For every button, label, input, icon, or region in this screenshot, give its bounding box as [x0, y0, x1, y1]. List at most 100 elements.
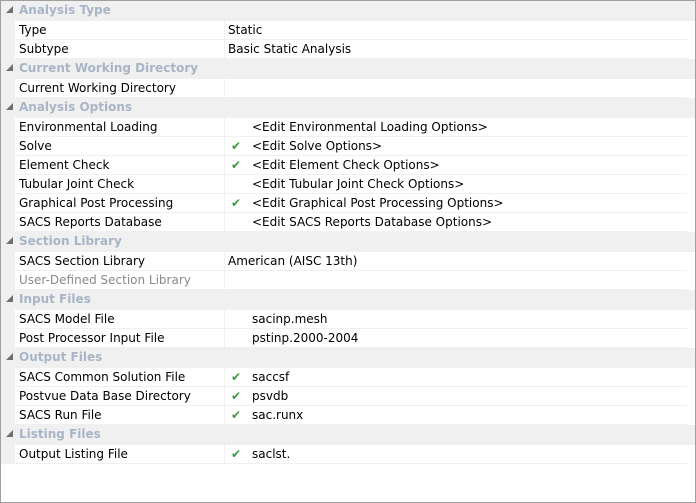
property-row-environmental-loading[interactable]: Environmental Loading <Edit Environmental… [1, 118, 695, 137]
property-name: Subtype [15, 40, 225, 59]
checkmark-icon: ✔ [231, 139, 242, 153]
property-value-text: sacinp.mesh [252, 312, 328, 326]
category-input-files[interactable]: Input Files [1, 290, 695, 310]
row-margin [1, 118, 15, 137]
row-margin [1, 445, 15, 464]
property-name: Element Check [15, 156, 225, 175]
property-row-graphical-post-processing[interactable]: Graphical Post Processing ✔ <Edit Graphica… [1, 194, 695, 213]
property-name: Current Working Directory [15, 79, 225, 98]
collapse-arrow-icon[interactable] [6, 6, 13, 13]
property-row-user-defined-section-library[interactable]: User-Defined Section Library [1, 271, 695, 290]
category-analysis-type[interactable]: Analysis Type [1, 1, 695, 21]
collapse-arrow-icon[interactable] [6, 64, 13, 71]
row-margin [1, 194, 15, 213]
property-name: Environmental Loading [15, 118, 225, 137]
property-value[interactable]: American (AISC 13th) [225, 252, 687, 271]
property-value[interactable]: ✔ saclst. [225, 445, 687, 464]
property-value-text: saclst. [252, 447, 291, 461]
property-value-text: sac.runx [252, 408, 304, 422]
row-margin [1, 79, 15, 98]
row-margin [1, 368, 15, 387]
property-value[interactable]: ✔ sac.runx [225, 406, 687, 425]
property-row-sacs-common-solution-file[interactable]: SACS Common Solution File ✔ saccsf [1, 368, 695, 387]
property-value-text: <Edit SACS Reports Database Options> [252, 215, 493, 229]
property-name: Post Processor Input File [15, 329, 225, 348]
property-value[interactable]: Static [225, 21, 687, 40]
category-listing-files[interactable]: Listing Files [1, 425, 695, 445]
collapse-arrow-icon[interactable] [6, 237, 13, 244]
property-value[interactable]: Basic Static Analysis [225, 40, 687, 59]
property-value[interactable]: ✔ <Edit Graphical Post Processing Options… [225, 194, 687, 213]
row-margin [1, 329, 15, 348]
row-margin [1, 40, 15, 59]
collapse-arrow-icon[interactable] [6, 430, 13, 437]
property-value-text: Static [228, 23, 263, 37]
property-name: Solve [15, 137, 225, 156]
row-margin [1, 213, 15, 232]
row-margin [1, 137, 15, 156]
property-row-solve[interactable]: Solve ✔ <Edit Solve Options> [1, 137, 695, 156]
property-value[interactable] [225, 271, 687, 290]
category-section-library[interactable]: Section Library [1, 232, 695, 252]
property-name: Tubular Joint Check [15, 175, 225, 194]
row-margin [1, 387, 15, 406]
property-value[interactable]: ✔ saccsf [225, 368, 687, 387]
checkmark-icon: ✔ [231, 389, 242, 403]
collapse-arrow-icon[interactable] [6, 103, 13, 110]
property-row-output-listing-file[interactable]: Output Listing File ✔ saclst. [1, 445, 695, 464]
property-name: Output Listing File [15, 445, 225, 464]
category-label: Input Files [19, 292, 91, 306]
property-value[interactable]: ✔ psvdb [225, 387, 687, 406]
property-value[interactable] [225, 79, 687, 98]
property-row-sacs-model-file[interactable]: SACS Model File sacinp.mesh [1, 310, 695, 329]
property-name: Graphical Post Processing [15, 194, 225, 213]
property-value[interactable]: ✔ <Edit Solve Options> [225, 137, 687, 156]
category-analysis-options[interactable]: Analysis Options [1, 98, 695, 118]
property-value[interactable]: <Edit Environmental Loading Options> [225, 118, 687, 137]
property-value-text: <Edit Solve Options> [252, 139, 383, 153]
category-label: Analysis Type [19, 3, 111, 17]
property-name: Type [15, 21, 225, 40]
property-name: User-Defined Section Library [15, 271, 225, 290]
property-value-text: pstinp.2000-2004 [252, 331, 359, 345]
property-row-postvue-data-base-directory[interactable]: Postvue Data Base Directory ✔ psvdb [1, 387, 695, 406]
property-value[interactable]: <Edit SACS Reports Database Options> [225, 213, 687, 232]
checkmark-icon: ✔ [231, 447, 242, 461]
property-name: SACS Run File [15, 406, 225, 425]
category-current-working-directory[interactable]: Current Working Directory [1, 59, 695, 79]
property-row-current-working-directory[interactable]: Current Working Directory [1, 79, 695, 98]
category-output-files[interactable]: Output Files [1, 348, 695, 368]
checkmark-icon: ✔ [231, 196, 242, 210]
property-row-sacs-section-library[interactable]: SACS Section Library American (AISC 13th) [1, 252, 695, 271]
property-value[interactable]: <Edit Tubular Joint Check Options> [225, 175, 687, 194]
property-value[interactable]: sacinp.mesh [225, 310, 687, 329]
property-name: SACS Model File [15, 310, 225, 329]
property-value[interactable]: ✔ <Edit Element Check Options> [225, 156, 687, 175]
category-label: Output Files [19, 350, 103, 364]
row-margin [1, 21, 15, 40]
collapse-arrow-icon[interactable] [6, 295, 13, 302]
property-row-type[interactable]: Type Static [1, 21, 695, 40]
property-value-text: <Edit Tubular Joint Check Options> [252, 177, 465, 191]
checkmark-icon: ✔ [231, 370, 242, 384]
collapse-arrow-icon[interactable] [6, 353, 13, 360]
property-name: SACS Common Solution File [15, 368, 225, 387]
row-margin [1, 271, 15, 290]
property-row-sacs-reports-database[interactable]: SACS Reports Database <Edit SACS Reports … [1, 213, 695, 232]
category-label: Listing Files [19, 427, 101, 441]
property-row-sacs-run-file[interactable]: SACS Run File ✔ sac.runx [1, 406, 695, 425]
property-value-text: saccsf [252, 370, 290, 384]
property-value-text: <Edit Graphical Post Processing Options> [252, 196, 504, 210]
property-name: Postvue Data Base Directory [15, 387, 225, 406]
category-label: Analysis Options [19, 100, 133, 114]
property-name: SACS Section Library [15, 252, 225, 271]
property-value[interactable]: pstinp.2000-2004 [225, 329, 687, 348]
checkmark-icon: ✔ [231, 408, 242, 422]
property-value-text: American (AISC 13th) [228, 254, 358, 268]
property-row-tubular-joint-check[interactable]: Tubular Joint Check <Edit Tubular Joint C… [1, 175, 695, 194]
property-row-post-processor-input-file[interactable]: Post Processor Input File pstinp.2000-200… [1, 329, 695, 348]
property-row-subtype[interactable]: Subtype Basic Static Analysis [1, 40, 695, 59]
property-value-text: <Edit Environmental Loading Options> [252, 120, 488, 134]
row-margin [1, 175, 15, 194]
property-row-element-check[interactable]: Element Check ✔ <Edit Element Check Option… [1, 156, 695, 175]
